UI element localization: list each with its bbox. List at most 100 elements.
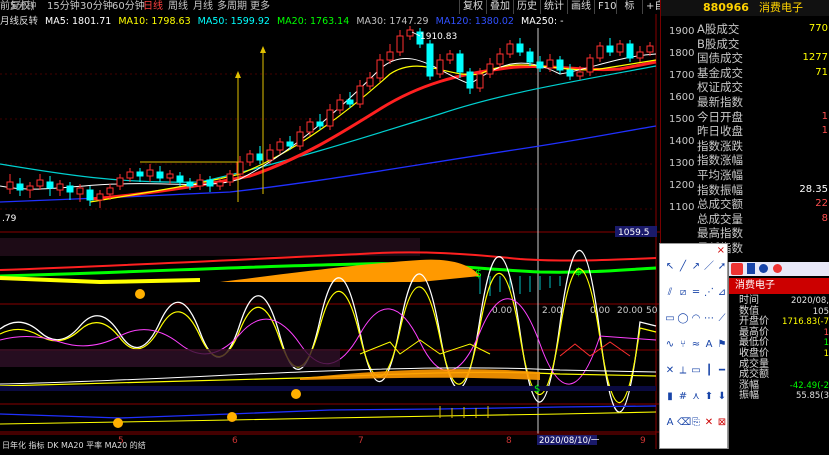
candle-body bbox=[266, 149, 274, 161]
quote-value: 1 bbox=[821, 125, 828, 137]
ruler-tool-icon[interactable]: ▭ bbox=[690, 365, 702, 377]
gann-tool-icon[interactable]: ⊿ bbox=[716, 287, 728, 299]
mark-tool-icon[interactable]: ⚑ bbox=[716, 339, 728, 351]
price-tick: 1500 bbox=[669, 114, 695, 125]
index-name: 消费电子 bbox=[759, 1, 803, 14]
candle-body bbox=[436, 59, 444, 75]
tab-more[interactable]: 更多 bbox=[250, 0, 270, 14]
candle-body bbox=[286, 141, 294, 147]
indicator-value-c: 0.00 bbox=[590, 306, 610, 316]
card-label: 时间 bbox=[739, 295, 759, 306]
card-label: 收盘价 bbox=[739, 348, 769, 359]
tab-daily[interactable]: 日线 bbox=[143, 0, 163, 14]
candle-body bbox=[376, 59, 384, 79]
tab-15min[interactable]: 15分钟 bbox=[47, 0, 80, 14]
lock-tool-icon[interactable]: ⊠ bbox=[716, 417, 728, 429]
text-tool-icon[interactable]: A bbox=[703, 339, 715, 351]
candle-body bbox=[636, 51, 644, 59]
cycle-tool-icon[interactable]: ⋯ bbox=[703, 313, 715, 325]
ray-tool-icon[interactable]: ↗ bbox=[690, 261, 702, 273]
tab-60min[interactable]: 60分钟 bbox=[112, 0, 145, 14]
card-value: -42.49(-2 bbox=[789, 380, 829, 391]
tab-monthly[interactable]: 月线 bbox=[193, 0, 213, 14]
candle-body bbox=[516, 43, 524, 53]
draw-line-button[interactable]: 画线 bbox=[567, 0, 594, 14]
date-tick: 6 bbox=[232, 436, 238, 446]
copy-tool-icon[interactable]: ⎘ bbox=[690, 417, 702, 429]
bar-tool-icon[interactable]: ▮ bbox=[664, 391, 676, 403]
candle-body bbox=[456, 53, 464, 73]
fib-tool-icon[interactable]: ⋰ bbox=[703, 287, 715, 299]
history-button[interactable]: 历史 bbox=[513, 0, 540, 14]
cross-tool-icon[interactable]: ✕ bbox=[664, 365, 676, 377]
tab-30min[interactable]: 30分钟 bbox=[80, 0, 113, 14]
candle-body bbox=[26, 185, 34, 191]
channel-tool-icon[interactable]: ⧄ bbox=[677, 287, 689, 299]
candle-body bbox=[86, 189, 94, 201]
segment-tool-icon[interactable]: ／ bbox=[703, 261, 715, 273]
pointer-tool-icon[interactable]: ↖ bbox=[664, 261, 676, 273]
candle-body bbox=[506, 43, 514, 55]
pitchfork-tool-icon[interactable]: ⑂ bbox=[677, 339, 689, 351]
regression-tool-icon[interactable]: ≈ bbox=[690, 339, 702, 351]
candle-body bbox=[466, 71, 474, 89]
tab-weekly[interactable]: 周线 bbox=[168, 0, 188, 14]
price-tick: 1100 bbox=[669, 202, 695, 213]
indicator-name: 月线反转 bbox=[0, 16, 39, 27]
candle-body bbox=[546, 59, 554, 69]
indicator-value-a: 0.00 bbox=[492, 306, 512, 316]
fan-tool-icon[interactable]: ⋏ bbox=[690, 391, 702, 403]
candle-body bbox=[276, 141, 284, 151]
kline-chart[interactable]: 1910.83 .79 1059.5 $ $ 0.00 2.00 0.00 20… bbox=[0, 14, 660, 449]
candle-body bbox=[46, 181, 54, 189]
grid-tool-icon[interactable]: # bbox=[677, 391, 689, 403]
arc-tool-icon[interactable]: ◠ bbox=[690, 313, 702, 325]
time-tool-icon[interactable]: ⟂ bbox=[677, 365, 689, 377]
rect-tool-icon[interactable]: ▭ bbox=[664, 313, 676, 325]
candle-body bbox=[596, 45, 604, 59]
quote-value: 8 bbox=[821, 212, 828, 224]
f10-button[interactable]: F10 bbox=[594, 0, 616, 14]
parallel-tool-icon[interactable]: ⫽ bbox=[664, 287, 676, 299]
quote-label: 昨日收盘 bbox=[697, 124, 743, 139]
drawing-tools-palette[interactable]: × ↖ ╱ ↗ ／ ➚ ⫽ ⧄ ═ ⋰ ⊿ ▭ ◯ ◠ ⋯ ⟋ ∿ ⑂ ≈ A ⚑ ✕ ⟂ ▭ ┃ ━ ▮ # ⋏ ⬆ ⬇ A ⌫ ⎘ ✕ ⊠ bbox=[659, 243, 728, 449]
speed-tool-icon[interactable]: ⟋ bbox=[716, 313, 728, 325]
line-tool-icon[interactable]: ╱ bbox=[677, 261, 689, 273]
down-arrow-tool-icon[interactable]: ⬇ bbox=[716, 391, 728, 403]
mark-button[interactable]: 标记 bbox=[616, 0, 642, 26]
candle-body bbox=[326, 109, 334, 127]
stats-button[interactable]: 统计 bbox=[540, 0, 567, 14]
ma5-value: MA5: 1801.71 bbox=[45, 16, 112, 27]
wave-tool-icon[interactable]: ∿ bbox=[664, 339, 676, 351]
candle-body bbox=[106, 187, 114, 195]
hline-tool-icon[interactable]: ━ bbox=[716, 365, 728, 377]
ma250-value: MA250: - bbox=[521, 16, 564, 27]
status-bar-text: 日年化 指标 DK MA20 平率 MA20 的结 bbox=[2, 440, 146, 449]
restore-right-button[interactable]: 复权 bbox=[459, 0, 486, 14]
card-value: 1716.83(-7 bbox=[782, 317, 829, 328]
card-value: 1 bbox=[823, 338, 829, 349]
add-favorite-button[interactable]: +自选 bbox=[642, 0, 660, 14]
up-arrow-tool-icon[interactable]: ⬆ bbox=[703, 391, 715, 403]
overlay-button[interactable]: 叠加 bbox=[486, 0, 513, 14]
candle-body bbox=[56, 183, 64, 191]
svg-text:$: $ bbox=[475, 267, 482, 280]
candle-body bbox=[396, 35, 404, 53]
quote-label: 最新指数 bbox=[697, 95, 743, 109]
tab-multi-period[interactable]: 多周期 bbox=[217, 0, 247, 14]
label-tool-icon[interactable]: A bbox=[664, 417, 676, 429]
candle-body bbox=[496, 53, 504, 65]
vline-tool-icon[interactable]: ┃ bbox=[703, 365, 715, 377]
circle-tool-icon[interactable]: ◯ bbox=[677, 313, 689, 325]
erase-tool-icon[interactable]: ⌫ bbox=[677, 417, 691, 429]
candle-body bbox=[626, 43, 634, 59]
tab-timeshare[interactable]: 5分钟 bbox=[10, 0, 36, 14]
candle-body bbox=[426, 43, 434, 77]
close-icon[interactable]: × bbox=[717, 245, 725, 256]
svg-text:$: $ bbox=[534, 384, 540, 395]
indicator-value-b: 2.00 bbox=[542, 306, 562, 316]
candle-body bbox=[136, 171, 144, 177]
arrow-tool-icon[interactable]: ➚ bbox=[716, 261, 728, 273]
price-line-tool-icon[interactable]: ═ bbox=[690, 287, 702, 299]
delete-tool-icon[interactable]: ✕ bbox=[703, 417, 715, 429]
